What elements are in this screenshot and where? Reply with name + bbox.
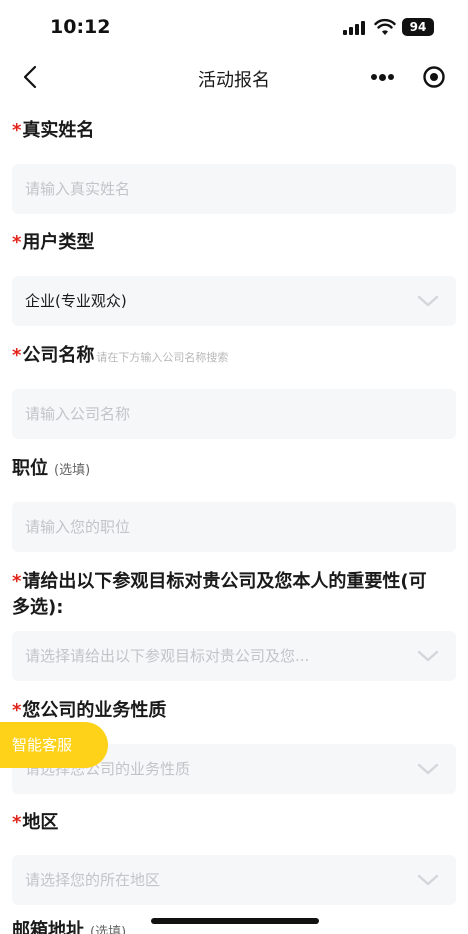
smart-service-button[interactable]: 智能客服	[0, 722, 108, 768]
wifi-icon	[374, 18, 396, 35]
name-input[interactable]: 请输入真实姓名	[12, 164, 456, 214]
company-hint: 请在下方输入公司名称搜索	[96, 351, 229, 364]
chevron-down-icon	[417, 763, 439, 775]
importance-select[interactable]: 请选择请给出以下参观目标对贵公司及您...	[12, 631, 456, 681]
signal-icon	[343, 21, 367, 35]
user-type-select[interactable]: 企业(专业观众)	[12, 276, 456, 326]
user-type-label: *用户类型	[12, 232, 95, 253]
chevron-down-icon	[417, 650, 439, 662]
battery-icon: 94	[402, 18, 434, 36]
home-indicator	[151, 918, 319, 924]
company-input[interactable]: 请输入公司名称	[12, 389, 456, 439]
company-label: *公司名称 请在下方输入公司名称搜索	[12, 345, 229, 366]
mini-program-capsule	[360, 61, 455, 93]
position-input[interactable]: 请输入您的职位	[12, 502, 456, 552]
chevron-down-icon	[417, 874, 439, 886]
importance-label: *请给出以下参观目标对贵公司及您本人的重要性(可 多选):	[12, 571, 427, 618]
status-bar: 10:12 94	[0, 0, 468, 54]
region-select[interactable]: 请选择您的所在地区	[12, 855, 456, 905]
close-mini-program-icon[interactable]	[422, 65, 446, 89]
region-label: *地区	[12, 812, 59, 833]
more-icon[interactable]	[360, 61, 404, 93]
position-label: 职位 (选填)	[12, 458, 91, 479]
business-label: *您公司的业务性质	[12, 700, 167, 721]
chevron-down-icon	[417, 295, 439, 307]
nav-bar: 活动报名	[0, 54, 468, 100]
name-label: *真实姓名	[12, 120, 95, 141]
status-time: 10:12	[50, 16, 111, 38]
